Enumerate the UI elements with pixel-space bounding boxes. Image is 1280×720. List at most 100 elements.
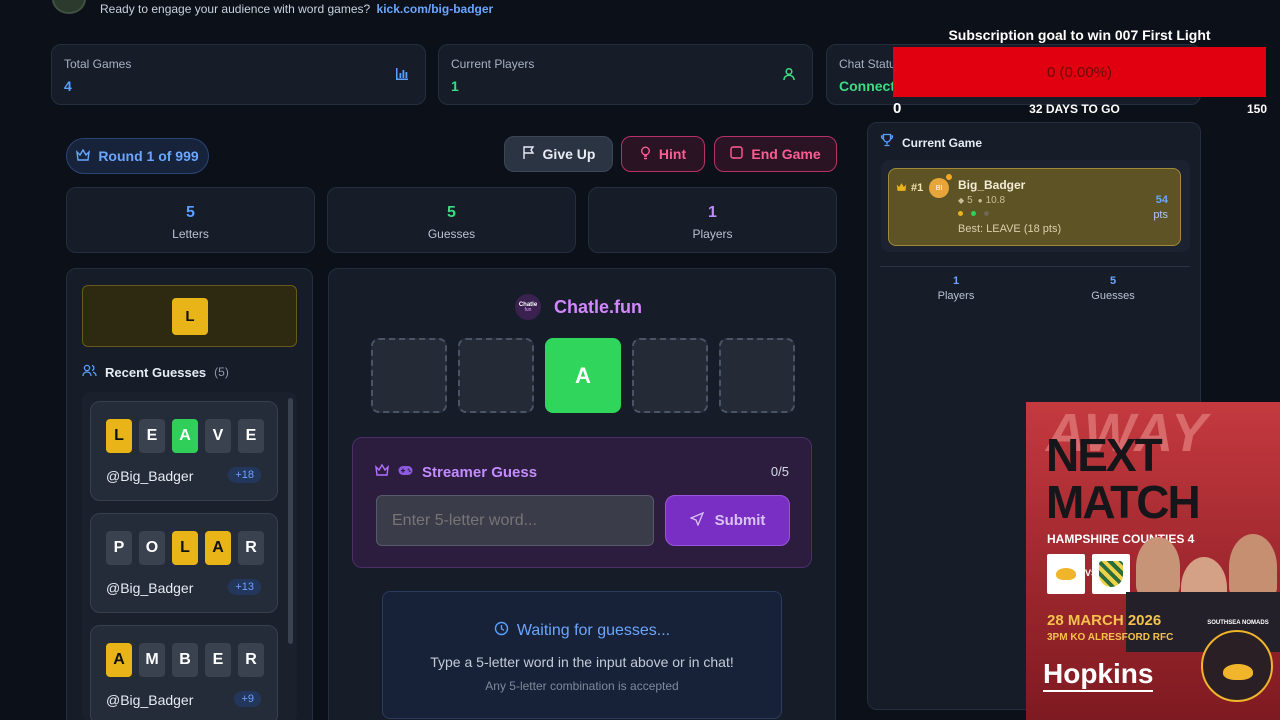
user-icon: [780, 67, 798, 85]
stat-label: Total Games: [64, 57, 132, 71]
header-tagline: Ready to engage your audience with word …: [100, 2, 371, 16]
info-players: 1 Players: [588, 187, 837, 253]
submit-button[interactable]: Submit: [665, 495, 790, 546]
crown-icon: [896, 179, 907, 197]
end-game-button[interactable]: End Game: [714, 136, 837, 172]
recent-guesses-count: (5): [214, 365, 229, 379]
player-rank-row: #1: [896, 179, 923, 197]
round-badge: Round 1 of 999: [66, 138, 209, 174]
game-stat-value: 5: [1109, 275, 1117, 287]
recent-guesses-scrollbar[interactable]: [288, 398, 293, 644]
letter-slot: [719, 338, 795, 413]
info-value: 1: [708, 204, 717, 221]
streamer-guess-header: Streamer Guess: [375, 463, 537, 481]
player-meta-1: 5: [967, 195, 973, 206]
round-label: Round 1 of 999: [98, 148, 199, 164]
letter-slot: [458, 338, 534, 413]
diamond-icon: ◆: [958, 196, 965, 205]
hint-label: Hint: [658, 146, 687, 162]
streamer-guess-input[interactable]: [376, 495, 654, 546]
duck-icon: [1223, 664, 1253, 680]
waiting-panel: Waiting for guesses... Type a 5-letter w…: [382, 591, 782, 719]
stat-label: Current Players: [451, 57, 535, 71]
crown-icon: [76, 148, 91, 164]
dot-gray: [984, 211, 989, 216]
waiting-instructions: Type a 5-letter word in the input above …: [430, 654, 734, 670]
guess-user: @Big_Badger: [106, 468, 194, 484]
streamer-guess-title: Streamer Guess: [422, 463, 538, 481]
letter-tile: O: [139, 531, 165, 565]
game-stat-value: 1: [952, 275, 960, 287]
hint-button[interactable]: Hint: [621, 136, 705, 172]
guess-letters: A M B E R: [106, 643, 264, 677]
guess-card: P O L A R @Big_Badger +13: [90, 513, 278, 613]
promo-date: 28 MARCH 2026: [1047, 612, 1162, 629]
duck-icon: [1056, 568, 1076, 580]
letter-slot: [371, 338, 447, 413]
player-meta: ◆ 5 ● 10.8: [958, 195, 1005, 206]
info-label: Letters: [172, 227, 209, 241]
waiting-note: Any 5-letter combination is accepted: [485, 679, 679, 693]
waiting-header: Waiting for guesses...: [383, 621, 781, 641]
give-up-button[interactable]: Give Up: [504, 136, 613, 172]
clock-icon: [494, 621, 509, 641]
letter-tile: E: [139, 419, 165, 453]
crown-icon: [375, 463, 389, 481]
chart-icon: [393, 67, 411, 85]
letter-tile: L: [172, 531, 198, 565]
streamer-guess-counter: 0/5: [770, 464, 789, 479]
club-crest: [1201, 630, 1273, 702]
info-label: Guesses: [427, 227, 476, 241]
player-card: #1 BI Big_Badger ◆ 5 ● 10.8 Best: LEAVE …: [888, 168, 1181, 246]
known-letter-tile: L: [172, 298, 208, 335]
player-avatar: BI: [929, 178, 949, 198]
info-value: 5: [186, 204, 195, 221]
app-logo: [52, 0, 86, 14]
game-stat-label: Players: [937, 290, 975, 302]
letter-tile: A: [106, 643, 132, 677]
flag-icon: [522, 145, 535, 163]
game-stat-label: Guesses: [1091, 290, 1135, 302]
player-meta-2: 10.8: [985, 195, 1006, 206]
letter-slot: [632, 338, 708, 413]
letter-slot-correct: A: [545, 338, 621, 413]
promo-club: SOUTHSEA NOMADS: [1207, 620, 1269, 626]
home-team-badge: [1047, 554, 1085, 594]
promo-line1: NEXT: [1046, 429, 1163, 481]
guess-user: @Big_Badger: [106, 692, 194, 708]
guess-letters: P O L A R: [106, 531, 264, 565]
letter-tile: M: [139, 643, 165, 677]
away-team-badge: [1092, 554, 1130, 594]
stat-value: 4: [64, 78, 72, 94]
next-match-promo: AWAY NEXT MATCH HAMPSHIRE COUNTIES 4 VS …: [1026, 402, 1280, 720]
promo-time-venue: 3PM KO ALRESFORD RFC: [1047, 632, 1174, 643]
letter-tile: E: [205, 643, 231, 677]
letter-tile: E: [238, 419, 264, 453]
recent-guesses-title: Recent Guesses: [105, 364, 207, 380]
letter-tile: B: [172, 643, 198, 677]
guess-points-badge: +18: [228, 467, 261, 483]
stat-current-players: Current Players 1: [438, 44, 813, 105]
player-dots: [958, 211, 989, 216]
trophy-icon: [880, 133, 894, 152]
recent-guesses-header: Recent Guesses (5): [82, 364, 229, 380]
player-points-label: pts: [1153, 209, 1168, 221]
chatle-logo: Chatle fun: [515, 294, 541, 320]
chatle-logo-sub: fun: [524, 306, 532, 313]
gamepad-icon: [398, 463, 413, 481]
end-game-label: End Game: [751, 146, 821, 162]
sub-goal-max: 150: [1246, 102, 1267, 116]
letter-tile: A: [172, 419, 198, 453]
guess-user: @Big_Badger: [106, 580, 194, 596]
dot-green: [971, 211, 976, 216]
letter-tile: A: [205, 531, 231, 565]
square-icon: [730, 146, 744, 162]
sub-goal-title: Subscription goal to win 007 First Light: [948, 27, 1211, 43]
game-stat-players: 1 Players: [916, 275, 996, 302]
channel-link[interactable]: kick.com/big-badger: [377, 2, 494, 16]
player-photo: [1229, 534, 1277, 600]
letter-tile: P: [106, 531, 132, 565]
player-photo: [1136, 537, 1180, 597]
shield-icon: [1099, 561, 1123, 587]
player-best: Best: LEAVE (18 pts): [958, 223, 1062, 235]
